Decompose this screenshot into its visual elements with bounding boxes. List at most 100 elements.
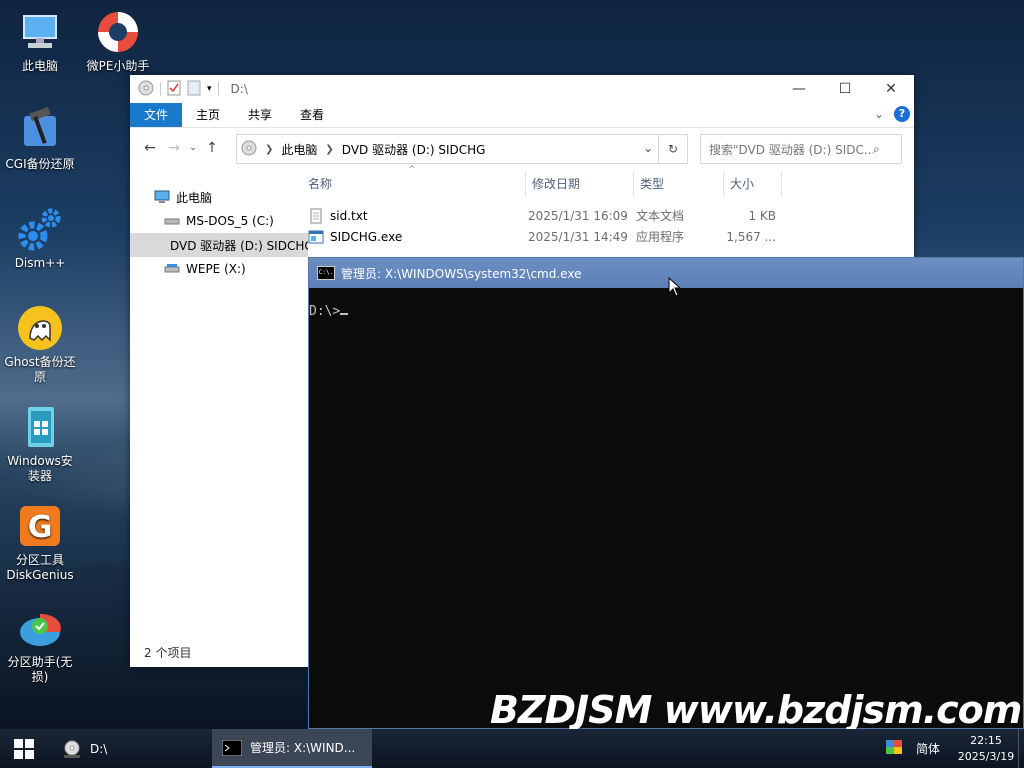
taskbar-item-cmd[interactable]: 管理员: X:\WIND... [212,729,372,768]
chevron-down-icon[interactable]: ⌄ [874,107,884,121]
back-arrow-icon[interactable]: ← [138,140,162,156]
hard-drive-icon [164,218,180,225]
diskgenius-icon: G [16,502,64,550]
explorer-titlebar[interactable]: ▾ D:\ — ☐ ✕ [130,75,914,103]
desktop-icon-label: Windows安装器 [7,454,73,483]
up-arrow-icon[interactable]: ↑ [200,140,224,156]
cmd-prompt: D:\> [309,304,341,319]
refresh-icon[interactable]: ↻ [658,135,687,163]
desktop-icon-this-pc[interactable]: 此电脑 [2,8,78,74]
column-size[interactable]: 大小 [724,171,782,197]
chevron-right-icon[interactable]: ❯ [265,144,273,155]
search-input[interactable]: 搜索"DVD 驱动器 (D:) SIDC... ⌕ [700,134,902,164]
desktop-icon-label: 此电脑 [21,59,58,73]
dvd-drive-icon [64,740,80,758]
text-file-icon [310,208,322,223]
tab-home[interactable]: 主页 [182,103,234,127]
watermark: BZDJSM www.bzdjsm.com [490,688,1022,732]
breadcrumb-current[interactable]: DVD 驱动器 (D:) SIDCHG [342,141,486,158]
text-cursor [340,313,349,315]
svg-text:G: G [28,510,53,545]
clock[interactable]: 22:15 2025/3/19 [954,733,1018,765]
computer-icon [16,8,64,56]
desktop-icon-label: 微PE小助手 [86,59,150,73]
cmd-icon [222,739,242,756]
desktop-icon-ghost[interactable]: Ghost备份还原 [2,304,78,385]
tab-share[interactable]: 共享 [234,103,286,127]
taskbar-item-explorer[interactable]: D:\ [48,729,208,768]
search-placeholder: 搜索"DVD 驱动器 (D:) SIDC... [709,142,873,157]
breadcrumb-this-pc[interactable]: 此电脑 [281,141,317,158]
maximize-button[interactable]: ☐ [822,75,868,103]
desktop-icon-diskgenius[interactable]: G 分区工具DiskGenius [2,502,78,583]
close-button[interactable]: ✕ [868,75,914,103]
drive-icon [138,80,154,99]
ribbon: 文件 主页 共享 查看 ⌄ ? [130,103,914,128]
windows-installer-icon [16,403,64,451]
navigation-pane: 此电脑 MS-DOS_5 (C:) DVD 驱动器 (D:) SIDCHG WE… [130,185,308,625]
desktop-icon-wepe-helper[interactable]: 微PE小助手 [80,8,156,74]
desktop-icon-label: CGI备份还原 [5,157,75,171]
cmd-icon: C:\. [317,266,335,280]
nav-item-this-pc[interactable]: 此电脑 [130,185,308,209]
cmd-console[interactable]: D:\> [309,288,1023,319]
status-bar: 2 个项目 [144,646,192,660]
nav-item-x-drive[interactable]: WEPE (X:) [130,257,308,281]
sort-ascending-icon: ^ [408,165,416,175]
ghost-icon [16,304,64,352]
mouse-pointer-icon [668,277,682,297]
address-row: ← → ⌄ ↑ ❯ 此电脑 ❯ DVD 驱动器 (D:) SIDCHG ⌄ ↻ … [130,128,914,168]
chevron-right-icon[interactable]: ❯ [325,144,333,155]
table-row[interactable]: SIDCHG.exe 2025/1/31 14:49 应用程序 1,567 ..… [308,226,914,247]
properties-icon[interactable] [167,80,181,99]
desktop-icon-partition-assistant[interactable]: 分区助手(无损) [2,604,78,685]
minimize-button[interactable]: — [776,75,822,103]
forward-arrow-icon[interactable]: → [162,140,186,156]
hard-drive-icon [164,264,180,273]
column-type[interactable]: 类型 [634,171,724,197]
taskbar: D:\ 管理员: X:\WIND... 简体 22:15 2025/3/19 [0,729,1024,768]
desktop-icon-label: 分区工具DiskGenius [6,553,74,582]
new-folder-icon[interactable] [187,80,201,99]
hammer-icon [16,106,64,154]
quick-access-separator [217,82,219,96]
cmd-window[interactable]: C:\. 管理员: X:\WINDOWS\system32\cmd.exe D:… [308,257,1024,729]
desktop-icon-label: 分区助手(无损) [7,655,73,684]
nav-item-d-drive[interactable]: DVD 驱动器 (D:) SIDCHG [130,233,308,257]
desktop-icon-windows-installer[interactable]: Windows安装器 [2,403,78,484]
tab-file[interactable]: 文件 [130,103,183,127]
nav-item-c-drive[interactable]: MS-DOS_5 (C:) [130,209,308,233]
system-tray: 简体 22:15 2025/3/19 [885,729,1024,768]
gear-icon [16,205,64,253]
cmd-title: 管理员: X:\WINDOWS\system32\cmd.exe [341,266,582,281]
color-scheme-icon[interactable] [885,740,902,757]
desktop-icon-cgi[interactable]: CGI备份还原 [2,106,78,172]
chevron-down-icon[interactable]: ⌄ [643,141,653,155]
lifebuoy-icon [94,8,142,56]
application-icon [308,230,324,243]
recent-locations-icon[interactable]: ⌄ [186,143,200,153]
clock-date: 2025/3/19 [957,749,1015,763]
column-date[interactable]: 修改日期 [526,171,634,197]
tab-view[interactable]: 查看 [286,103,338,127]
computer-icon [154,190,170,203]
show-desktop-button[interactable] [1018,729,1024,768]
column-header-row: ^ 名称 修改日期 类型 大小 [308,165,914,197]
desktop-icon-label: Dism++ [14,256,66,270]
drive-icon [241,140,257,159]
start-button[interactable] [0,729,48,768]
table-row[interactable]: sid.txt 2025/1/31 16:09 文本文档 1 KB [308,205,914,226]
quick-access-separator [160,82,161,96]
clock-time: 22:15 [970,733,1002,747]
customize-qa-icon[interactable]: ▾ [207,84,212,94]
search-icon[interactable]: ⌕ [873,142,880,157]
ime-indicator[interactable]: 简体 [916,740,940,757]
partition-assistant-icon [16,604,64,652]
window-title: D:\ [230,82,248,96]
desktop-icon-label: Ghost备份还原 [4,355,76,384]
column-name[interactable]: 名称 [308,171,526,197]
cmd-titlebar[interactable]: C:\. 管理员: X:\WINDOWS\system32\cmd.exe [309,258,1023,288]
help-icon[interactable]: ? [894,106,910,122]
desktop-icon-dism[interactable]: Dism++ [2,205,78,271]
address-bar[interactable]: ❯ 此电脑 ❯ DVD 驱动器 (D:) SIDCHG ⌄ ↻ [236,134,688,164]
